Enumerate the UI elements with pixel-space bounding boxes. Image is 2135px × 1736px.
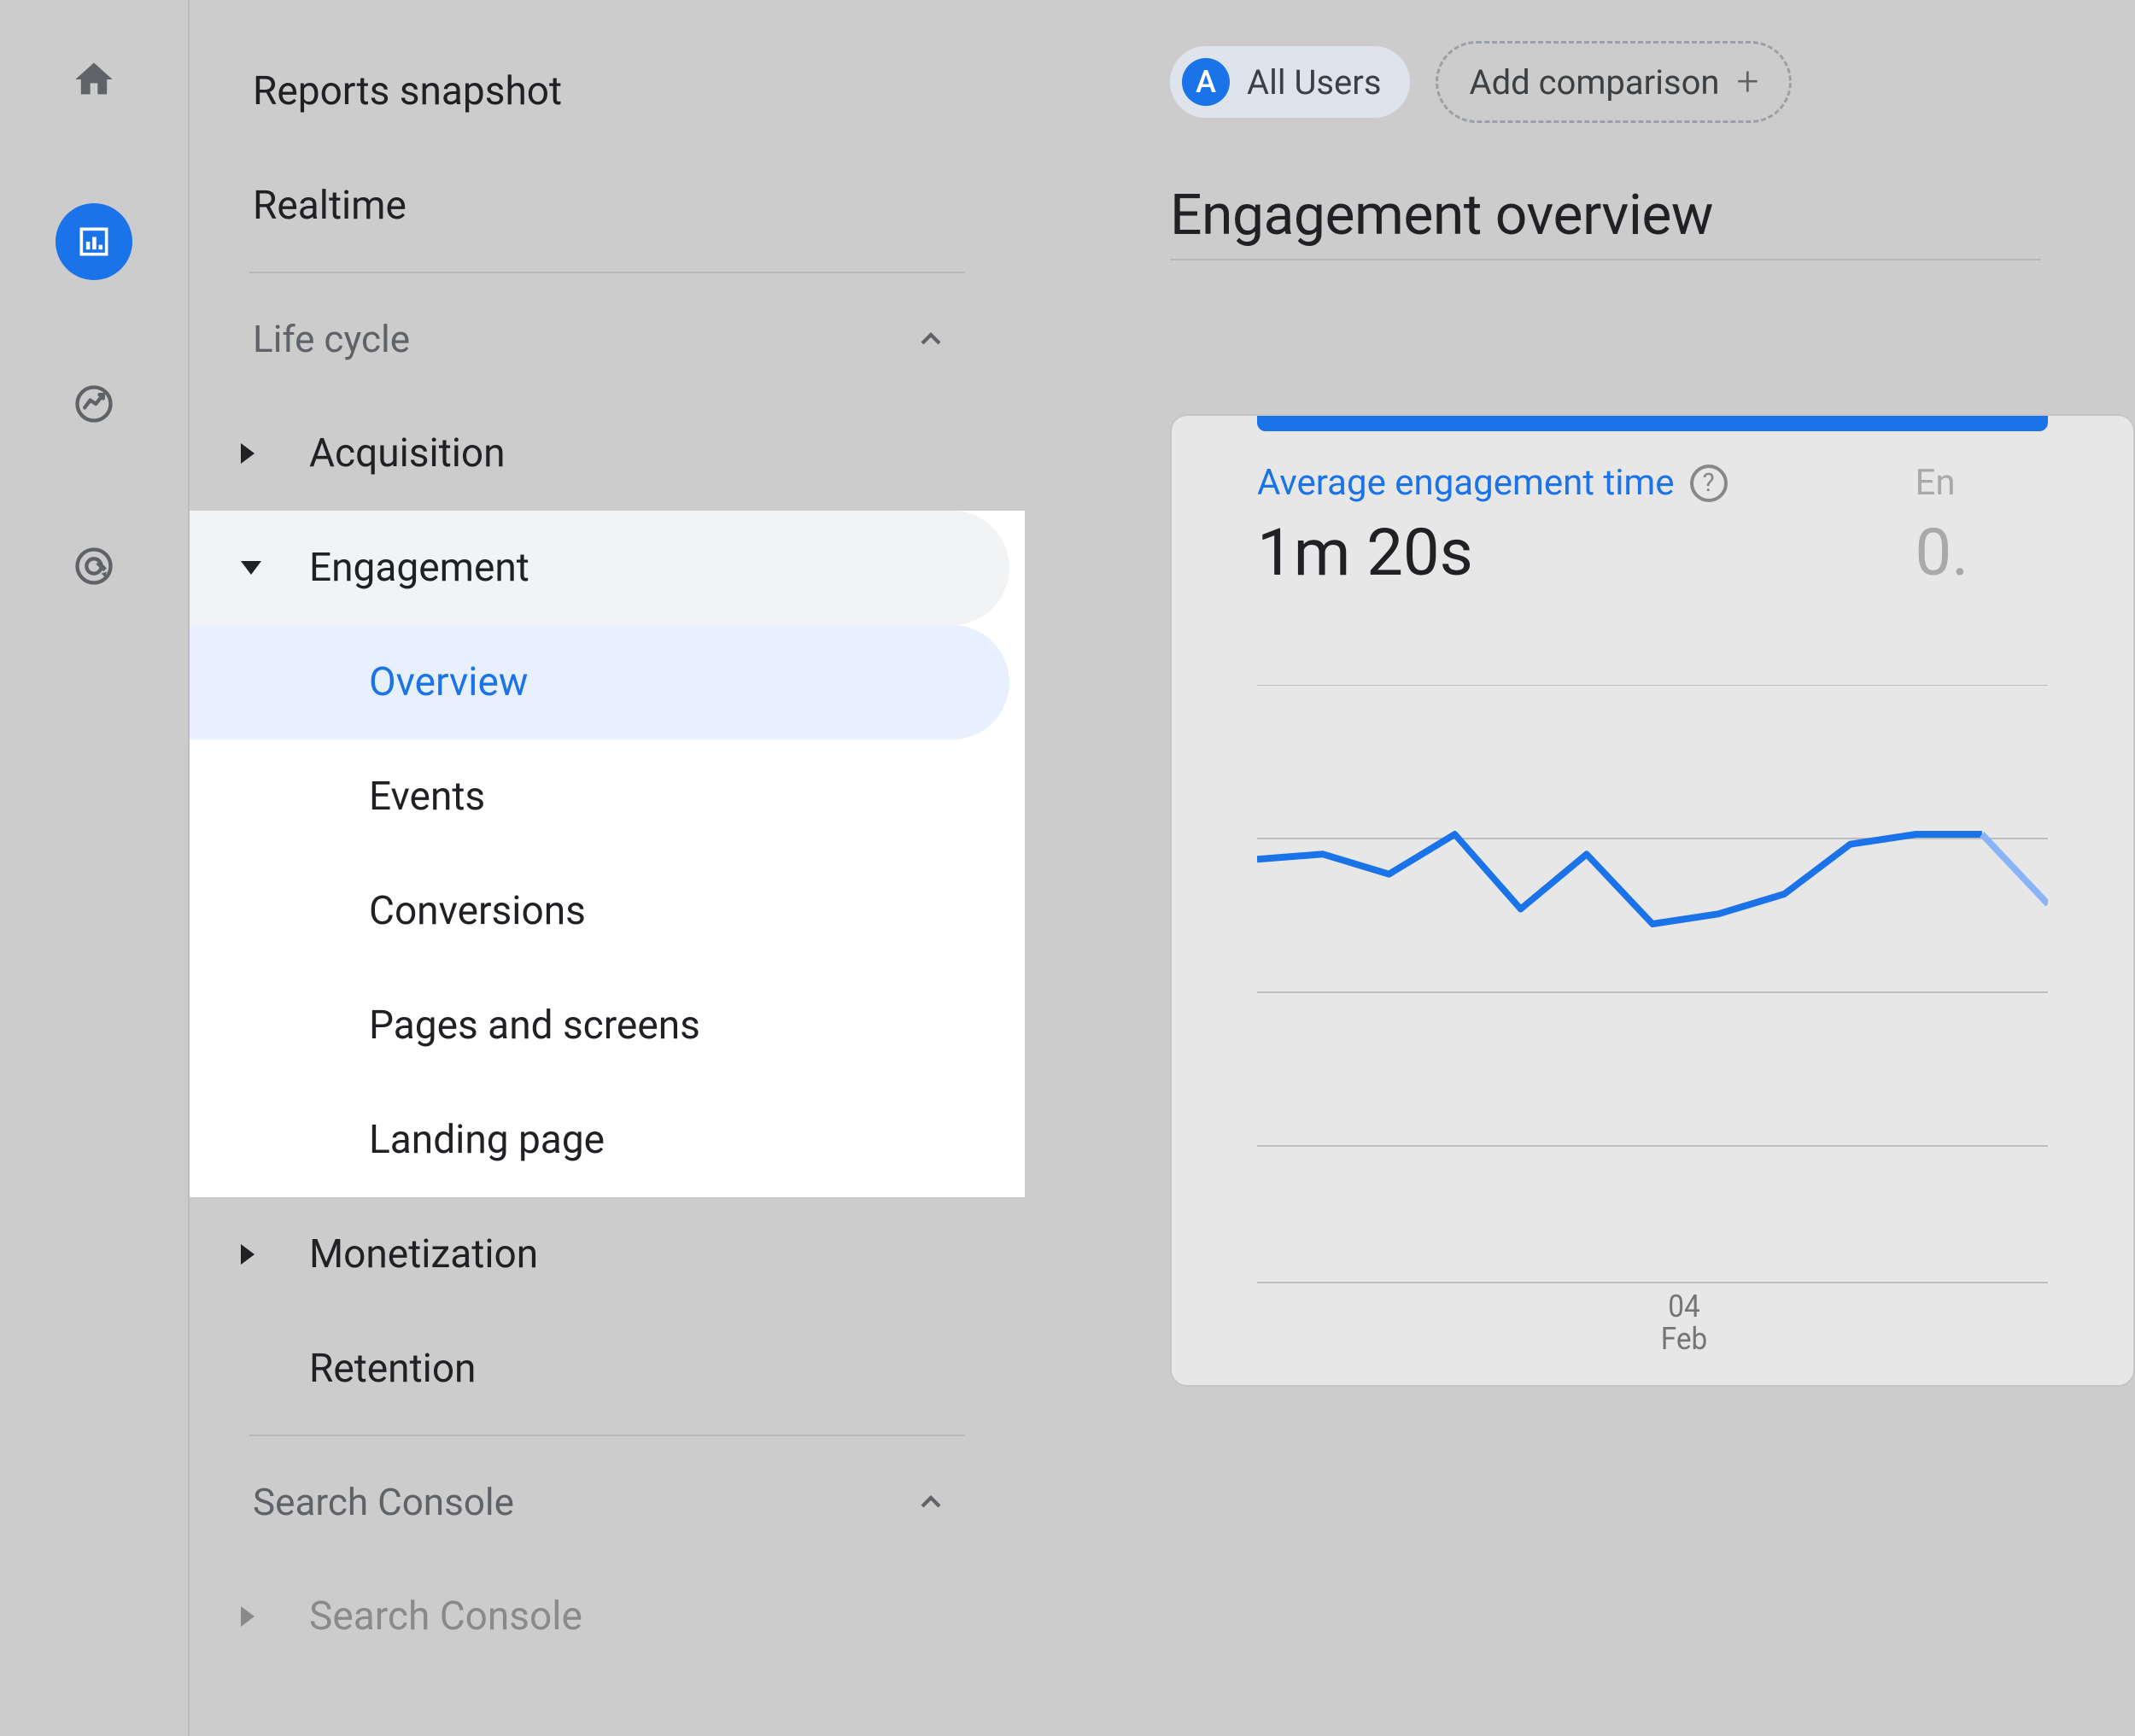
nav-section-search-console[interactable]: Search Console: [190, 1445, 1025, 1559]
segment-chip-all-users[interactable]: A All Users: [1170, 46, 1410, 118]
triangle-down-icon: [241, 561, 261, 575]
advertising-icon[interactable]: [56, 528, 132, 605]
metric-label: En: [1916, 462, 1969, 504]
nav-label: Overview: [369, 659, 528, 705]
nav-reports-snapshot[interactable]: Reports snapshot: [190, 34, 1025, 149]
engagement-line-chart: 04 Feb: [1257, 685, 2048, 1351]
metric-label-text: En: [1916, 462, 1956, 504]
explore-icon[interactable]: [56, 365, 132, 442]
metric-value: 0.: [1916, 514, 1969, 591]
segment-badge: A: [1182, 58, 1230, 106]
icon-rail: [0, 0, 188, 1736]
filter-row: A All Users Add comparison +: [1170, 41, 2135, 123]
nav-engagement-pages-screens[interactable]: Pages and screens: [190, 968, 1027, 1083]
home-icon[interactable]: [56, 41, 132, 118]
triangle-right-icon: [241, 1244, 254, 1265]
nav-label: Search Console: [309, 1593, 582, 1640]
title-divider: [1170, 259, 2041, 260]
nav-realtime[interactable]: Realtime: [190, 149, 1025, 263]
nav-engagement[interactable]: Engagement: [190, 511, 1009, 625]
nav-search-console[interactable]: Search Console: [190, 1559, 1025, 1674]
nav-label: Conversions: [369, 888, 586, 934]
nav-label: Retention: [309, 1346, 476, 1392]
metric-avg-engagement[interactable]: Average engagement time ? 1m 20s: [1257, 462, 1728, 591]
plus-icon: +: [1736, 59, 1758, 105]
nav-label: Landing page: [369, 1117, 605, 1163]
metric-row: Average engagement time ? 1m 20s En 0.: [1257, 462, 2048, 591]
chevron-up-icon: [914, 1485, 948, 1519]
nav-acquisition[interactable]: Acquisition: [190, 396, 1025, 511]
svg-text:Feb: Feb: [1661, 1322, 1707, 1351]
card-accent-bar: [1257, 416, 2048, 431]
reports-icon[interactable]: [56, 203, 132, 280]
nav-label: Realtime: [253, 183, 407, 229]
page-title: Engagement overview: [1170, 183, 2135, 248]
nav-engagement-group: Engagement Overview Events Conversions P…: [190, 511, 1027, 1197]
nav-section-life-cycle[interactable]: Life cycle: [190, 282, 1025, 396]
nav-monetization[interactable]: Monetization: [190, 1197, 1025, 1312]
chevron-up-icon: [914, 322, 948, 356]
nav-label: Events: [369, 774, 485, 820]
triangle-right-icon: [241, 1606, 254, 1627]
main-content: A All Users Add comparison + Engagement …: [1025, 0, 2135, 1736]
nav-label: Acquisition: [309, 430, 506, 476]
nav-divider: [249, 272, 965, 273]
add-comparison-label: Add comparison: [1469, 62, 1719, 102]
nav-label: Life cycle: [253, 317, 410, 361]
nav-label: Search Console: [253, 1480, 514, 1524]
nav-label: Monetization: [309, 1231, 538, 1277]
triangle-right-icon: [241, 443, 254, 464]
nav-label: Reports snapshot: [253, 68, 562, 114]
svg-text:04: 04: [1668, 1289, 1699, 1325]
engagement-card: Average engagement time ? 1m 20s En 0.: [1170, 414, 2135, 1387]
nav-divider: [249, 1435, 965, 1436]
nav-engagement-overview[interactable]: Overview: [190, 625, 1009, 739]
card-inner: Average engagement time ? 1m 20s En 0.: [1172, 431, 2133, 1385]
nav-engagement-landing-page[interactable]: Landing page: [190, 1083, 1027, 1197]
nav-label: Engagement: [309, 545, 529, 591]
metric-label: Average engagement time ?: [1257, 462, 1728, 504]
metric-label-text: Average engagement time: [1257, 462, 1675, 504]
add-comparison-button[interactable]: Add comparison +: [1436, 41, 1792, 123]
help-icon[interactable]: ?: [1690, 465, 1728, 502]
metric-secondary-partial[interactable]: En 0.: [1916, 462, 1969, 591]
nav-engagement-conversions[interactable]: Conversions: [190, 854, 1027, 968]
nav-label: Pages and screens: [369, 1002, 700, 1049]
segment-label: All Users: [1247, 62, 1381, 102]
metric-value: 1m 20s: [1257, 514, 1728, 591]
nav-panel: Reports snapshot Realtime Life cycle Acq…: [188, 0, 1025, 1736]
nav-retention[interactable]: Retention: [190, 1312, 1025, 1426]
nav-engagement-events[interactable]: Events: [190, 739, 1027, 854]
